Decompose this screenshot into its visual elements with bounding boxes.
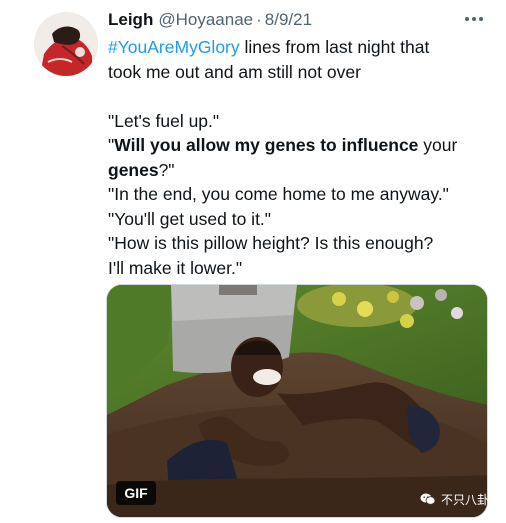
more-dot bbox=[465, 17, 469, 21]
gif-media[interactable] bbox=[106, 284, 488, 518]
bold-phrase: Will you allow my genes to influence bbox=[114, 135, 419, 155]
quote-line: "How is this pillow height? Is this enou… bbox=[108, 233, 434, 253]
quote-line: I'll make it lower." bbox=[108, 257, 243, 278]
quote-line: "In the end, you come home to me anyway.… bbox=[108, 184, 449, 204]
separator-dot: · bbox=[256, 10, 262, 29]
watermark-text: 不只八卦 bbox=[441, 492, 490, 507]
more-dot bbox=[472, 17, 476, 21]
hashtag-link[interactable]: #YouAreMyGlory bbox=[108, 37, 240, 57]
user-handle[interactable]: @Hoyaanae bbox=[158, 10, 253, 30]
more-dot bbox=[479, 17, 483, 21]
tweet-header: Leigh @Hoyaanae · 8/9/21 bbox=[108, 8, 312, 32]
gif-badge: GIF bbox=[116, 481, 156, 505]
display-name[interactable]: Leigh bbox=[108, 10, 153, 30]
tweet-text: #YouAreMyGlory lines from last night tha… bbox=[108, 35, 488, 280]
avatar-image bbox=[34, 12, 98, 76]
quote-line: genes?" bbox=[108, 158, 488, 183]
watermark: 不只八卦 bbox=[420, 488, 489, 510]
text-line: took me out and am still not over bbox=[108, 61, 361, 82]
quote-line: "Let's fuel up." bbox=[108, 110, 220, 131]
quote-line: "You'll get used to it." bbox=[108, 208, 272, 229]
intro-text: lines from last night that bbox=[239, 37, 430, 57]
avatar[interactable] bbox=[34, 12, 98, 76]
gif-frame bbox=[107, 285, 487, 517]
quote-mid: your bbox=[418, 135, 458, 155]
more-options-icon[interactable] bbox=[462, 10, 486, 28]
text-line: #YouAreMyGlory lines from last night tha… bbox=[108, 35, 488, 60]
tweet-date[interactable]: 8/9/21 bbox=[265, 10, 312, 30]
tweet[interactable]: Leigh @Hoyaanae · 8/9/21 #YouAreMyGlory … bbox=[0, 0, 506, 523]
quote-line: "Will you allow my genes to influence yo… bbox=[108, 133, 488, 158]
wechat-icon bbox=[420, 493, 436, 505]
bold-phrase: genes bbox=[108, 159, 159, 180]
quote-end: ?" bbox=[158, 159, 175, 180]
